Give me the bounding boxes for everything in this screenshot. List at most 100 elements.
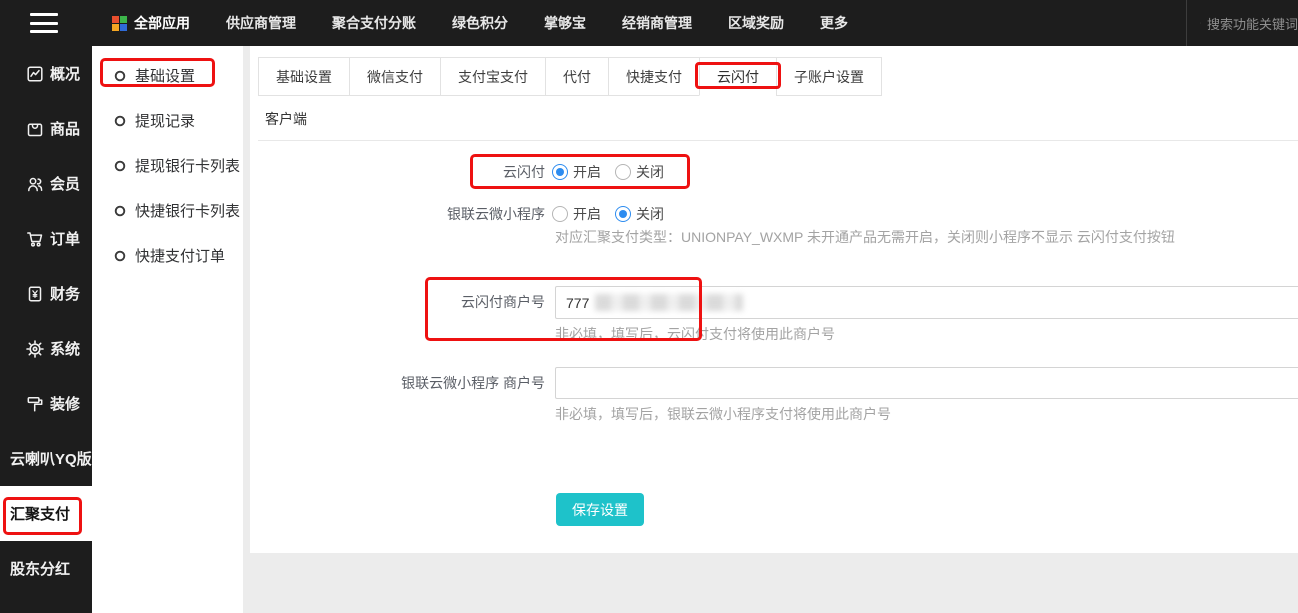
radio-unselected-icon xyxy=(552,206,568,222)
topnav-item-more[interactable]: 更多 xyxy=(820,13,848,33)
tab-label: 快捷支付 xyxy=(626,69,682,85)
members-icon xyxy=(28,177,43,191)
finance-icon xyxy=(28,286,42,301)
radio-option-on[interactable]: 开启 xyxy=(552,162,601,182)
topnav-item-region-reward[interactable]: 区域奖励 xyxy=(728,13,784,33)
sidebar-item-system[interactable]: 系统 xyxy=(0,321,92,376)
section-divider xyxy=(258,140,1298,141)
sidebar-item-label: 股东分红 xyxy=(10,561,71,578)
apps-grid-icon xyxy=(112,15,127,31)
topbar: 全部应用 供应商管理 聚合支付分账 绿色积分 掌够宝 经销商管理 区域奖励 更多… xyxy=(0,0,1298,46)
sidebar-item-orders[interactable]: 订单 xyxy=(0,211,92,266)
tab-subaccount-settings[interactable]: 子账户设置 xyxy=(776,58,881,96)
submenu-item-quick-pay-orders[interactable]: 快捷支付订单 xyxy=(92,233,243,278)
topnav-item-supplier[interactable]: 供应商管理 xyxy=(226,13,296,33)
tab-label: 支付宝支付 xyxy=(458,69,528,85)
sidebar-item-label: 财务 xyxy=(50,286,81,303)
submenu-item-quick-bank-cards[interactable]: 快捷银行卡列表 xyxy=(92,188,243,233)
sidebar-item-members[interactable]: 会员 xyxy=(0,156,92,211)
radio-option-on[interactable]: 开启 xyxy=(552,204,601,224)
submenu-item-label: 快捷银行卡列表 xyxy=(135,203,241,220)
overview-icon xyxy=(27,65,43,82)
section-label-client: 客户端 xyxy=(265,111,307,127)
tab-bar: 基础设置 微信支付 支付宝支付 代付 快捷支付 云闪付 子账户设置 xyxy=(258,57,882,96)
main-content: 基础设置 微信支付 支付宝支付 代付 快捷支付 云闪付 子账户设置 客户端 云闪… xyxy=(250,46,1298,553)
field-label: 云闪付 xyxy=(503,164,545,180)
tab-label: 云闪付 xyxy=(717,69,759,85)
sidebar-item-label: 订单 xyxy=(50,231,81,248)
submenu-item-label: 提现银行卡列表 xyxy=(135,158,241,175)
tab-basic-settings[interactable]: 基础设置 xyxy=(259,58,349,96)
sidebar-item-label: 概况 xyxy=(50,66,81,83)
tab-wechat-pay[interactable]: 微信支付 xyxy=(349,58,440,96)
submenu-item-label: 快捷支付订单 xyxy=(135,248,226,265)
topnav-label: 经销商管理 xyxy=(622,15,692,31)
topnav-label: 供应商管理 xyxy=(226,15,296,31)
save-settings-button[interactable]: 保存设置 xyxy=(556,493,644,526)
sidebar-item-label: 云喇叭YQ版 xyxy=(10,451,92,468)
search-placeholder: 搜索功能关键词 xyxy=(1206,16,1298,32)
circle-bullet-icon xyxy=(114,205,126,216)
sidebar-item-yunlaba[interactable]: 云喇叭YQ版 xyxy=(0,431,92,486)
sidebar-item-label: 商品 xyxy=(50,121,81,138)
sidebar-item-label: 装修 xyxy=(50,396,81,413)
submenu: 基础设置 提现记录 提现银行卡列表 快捷银行卡列表 快捷支付订单 xyxy=(92,46,243,613)
sidebar-item-goods[interactable]: 商品 xyxy=(0,101,92,156)
submenu-item-label: 基础设置 xyxy=(135,68,196,85)
tab-proxy-pay[interactable]: 代付 xyxy=(545,58,608,96)
system-icon xyxy=(26,339,44,358)
topnav-label: 聚合支付分账 xyxy=(332,15,416,31)
tab-unionpay[interactable]: 云闪付 xyxy=(695,58,781,96)
radio-option-off[interactable]: 关闭 xyxy=(615,162,664,182)
tab-label: 子账户设置 xyxy=(794,69,864,85)
topnav-item-split-pay[interactable]: 聚合支付分账 xyxy=(332,13,416,33)
topnav-label: 掌够宝 xyxy=(544,15,586,31)
sidebar: 概况 商品 会员 订单 财务 系统 装修 云喇叭YQ版 汇聚支付 股东分红 xyxy=(0,46,92,613)
sidebar-item-label: 会员 xyxy=(50,176,81,193)
sidebar-item-finance[interactable]: 财务 xyxy=(0,266,92,321)
field-label: 云闪付商户号 xyxy=(461,294,545,310)
field-label: 银联云微小程序 商户号 xyxy=(401,375,545,391)
topnav-label: 全部应用 xyxy=(134,15,190,31)
topnav-item-green-points[interactable]: 绿色积分 xyxy=(452,13,508,33)
topbar-search[interactable]: 搜索功能关键词 xyxy=(1186,0,1298,46)
sidebar-item-huiju-pay[interactable]: 汇聚支付 xyxy=(0,486,92,541)
tab-label: 基础设置 xyxy=(276,69,332,85)
topnav-label: 区域奖励 xyxy=(728,15,784,31)
decorate-icon xyxy=(27,396,43,412)
help-text-miniprogram: 对应汇聚支付类型：UNIONPAY_WXMP 未开通产品无需开启，关闭则小程序不… xyxy=(555,229,1175,245)
circle-bullet-icon xyxy=(114,70,126,81)
radio-selected-icon xyxy=(552,164,568,180)
radio-option-off[interactable]: 关闭 xyxy=(615,204,664,224)
topnav-label: 更多 xyxy=(820,15,848,31)
mp-merchant-no-input[interactable] xyxy=(555,367,1298,399)
top-navigation: 全部应用 供应商管理 聚合支付分账 绿色积分 掌够宝 经销商管理 区域奖励 更多 xyxy=(112,0,848,46)
tab-alipay[interactable]: 支付宝支付 xyxy=(440,58,545,96)
field-label: 银联云微小程序 xyxy=(447,206,545,222)
submenu-item-withdraw-bank-cards[interactable]: 提现银行卡列表 xyxy=(92,143,243,188)
hamburger-menu-icon[interactable] xyxy=(30,13,58,33)
topnav-item-zhanggoubao[interactable]: 掌够宝 xyxy=(544,13,586,33)
unionpay-radio-group: 开启 关闭 xyxy=(552,156,664,188)
orders-icon xyxy=(27,231,43,247)
submenu-item-label: 提现记录 xyxy=(135,113,196,130)
sidebar-item-overview[interactable]: 概况 xyxy=(0,46,92,101)
radio-unselected-icon xyxy=(615,164,631,180)
topnav-item-dealer[interactable]: 经销商管理 xyxy=(622,13,692,33)
circle-bullet-icon xyxy=(114,250,126,261)
merchant-no-input-wrap xyxy=(555,286,1298,319)
mp-merchant-no-input-wrap xyxy=(555,367,1298,399)
sidebar-item-label: 汇聚支付 xyxy=(10,506,71,523)
sidebar-item-label: 系统 xyxy=(50,341,81,358)
sidebar-item-shareholder[interactable]: 股东分红 xyxy=(0,541,92,596)
tab-label: 微信支付 xyxy=(367,69,423,85)
goods-icon xyxy=(27,123,43,136)
sidebar-item-decorate[interactable]: 装修 xyxy=(0,376,92,431)
submenu-item-basic-settings[interactable]: 基础设置 xyxy=(92,53,243,98)
submenu-item-withdraw-records[interactable]: 提现记录 xyxy=(92,98,243,143)
tab-quick-pay[interactable]: 快捷支付 xyxy=(608,58,699,96)
topnav-item-all-apps[interactable]: 全部应用 xyxy=(112,13,190,33)
tab-label: 代付 xyxy=(563,69,591,85)
help-text-mp-merchant-no: 非必填，填写后，银联云微小程序支付将使用此商户号 xyxy=(555,406,891,422)
merchant-no-input[interactable] xyxy=(555,286,1298,319)
